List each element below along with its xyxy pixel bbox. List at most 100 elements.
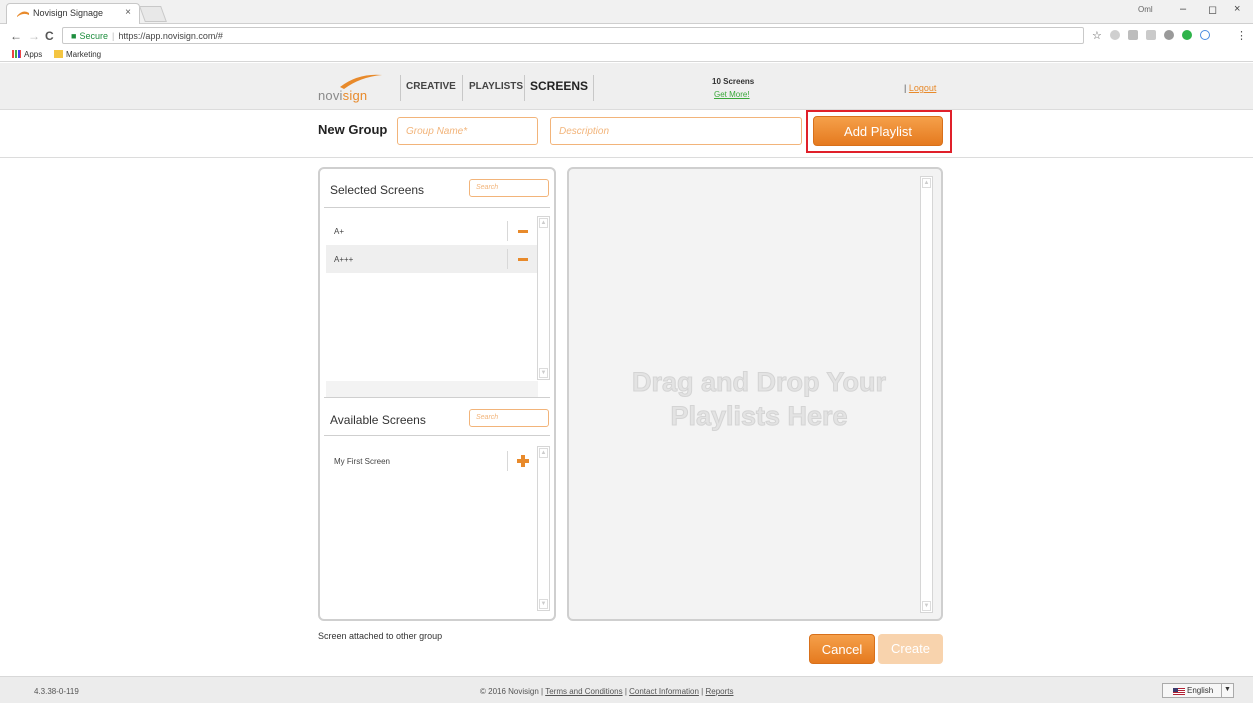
lock-icon: ■ <box>71 31 77 41</box>
window-close-icon[interactable]: × <box>1234 3 1240 15</box>
remove-icon[interactable] <box>518 230 528 233</box>
scroll-down-icon[interactable]: ▼ <box>922 601 931 611</box>
forward-icon[interactable]: → <box>28 29 40 43</box>
novisign-logo[interactable]: novisign <box>318 73 396 103</box>
dropzone-hint-line1: Drag and Drop Your <box>631 367 887 398</box>
url-field[interactable]: ■ Secure | https://app.novisign.com/# <box>62 27 1084 44</box>
chevron-down-icon[interactable]: ▼ <box>1221 683 1233 698</box>
browser-tab[interactable]: Novisign Signage × <box>6 3 140 24</box>
list-item[interactable]: My First Screen <box>326 447 538 475</box>
bookmark-apps[interactable]: Apps <box>12 50 42 59</box>
app-header: novisign CREATIVE PLAYLISTS SCREENS 10 S… <box>0 63 1253 110</box>
extension-icon[interactable] <box>1128 30 1138 40</box>
version-text: 4.3.38-0-119 <box>34 687 79 696</box>
row-divider <box>507 221 508 241</box>
cancel-button[interactable]: Cancel <box>809 634 875 664</box>
footer-separator: | <box>701 687 704 696</box>
restore-icon[interactable]: ◻ <box>1208 3 1217 16</box>
section-divider <box>324 397 550 398</box>
dropzone-hint-line2: Playlists Here <box>670 401 848 432</box>
terms-link[interactable]: Terms and Conditions <box>545 687 622 696</box>
scroll-down-icon[interactable]: ▼ <box>539 599 548 609</box>
get-more-link[interactable]: Get More! <box>714 90 750 99</box>
available-screens-list: My First Screen <box>326 445 538 611</box>
available-screens-title: Available Screens <box>330 413 426 427</box>
logo-text-a: novi <box>318 88 343 103</box>
logo-swoosh-icon <box>340 74 382 89</box>
language-select[interactable]: English ▼ <box>1162 683 1234 698</box>
available-screens-scrollbar[interactable]: ▲ ▼ <box>537 446 550 611</box>
app-footer: 4.3.38-0-119 © 2016 Novisign | Terms and… <box>0 676 1253 703</box>
new-tab-button[interactable] <box>139 6 167 22</box>
add-icon[interactable] <box>517 455 529 467</box>
apps-grid-icon <box>12 50 21 58</box>
scroll-down-icon[interactable]: ▼ <box>539 368 548 378</box>
list-item[interactable]: A+ <box>326 217 538 245</box>
nav-divider <box>524 75 525 101</box>
group-name-input[interactable] <box>397 117 538 145</box>
extension-icon[interactable] <box>1164 30 1174 40</box>
add-playlist-button[interactable]: Add Playlist <box>813 116 943 146</box>
row-divider <box>507 249 508 269</box>
reports-link[interactable]: Reports <box>705 687 733 696</box>
minimize-icon[interactable]: – <box>1180 3 1186 15</box>
back-icon[interactable]: ← <box>10 29 22 43</box>
list-item[interactable]: A+++ <box>326 245 538 273</box>
bookmark-marketing[interactable]: Marketing <box>54 50 101 59</box>
scroll-up-icon[interactable]: ▲ <box>539 218 548 228</box>
logo-text-b: sign <box>342 88 368 103</box>
cloud-icon[interactable] <box>1200 30 1210 40</box>
nav-playlists[interactable]: PLAYLISTS <box>469 81 523 92</box>
extension-icon[interactable] <box>1182 30 1192 40</box>
logout-separator: | <box>904 83 907 93</box>
new-group-title: New Group <box>318 122 388 137</box>
url-text: https://app.novisign.com/# <box>118 31 223 41</box>
available-screens-search[interactable]: Search <box>469 409 549 427</box>
new-group-bar: New Group Add Playlist <box>0 110 1253 158</box>
description-input[interactable] <box>550 117 802 145</box>
nav-creative[interactable]: CREATIVE <box>406 81 456 92</box>
folder-icon <box>54 50 63 58</box>
logout-link[interactable]: Logout <box>909 83 937 93</box>
create-button[interactable]: Create <box>878 634 943 664</box>
contact-link[interactable]: Contact Information <box>629 687 699 696</box>
list-item-label: A+ <box>334 227 345 236</box>
extension-icon[interactable] <box>1110 30 1120 40</box>
bookmarks-bar: Apps Marketing <box>0 48 1253 62</box>
footer-separator: | <box>624 687 627 696</box>
secure-label: Secure <box>79 31 108 41</box>
selected-screens-scrollbar[interactable]: ▲ ▼ <box>537 216 550 380</box>
remove-icon[interactable] <box>518 258 528 261</box>
selected-screens-search[interactable]: Search <box>469 179 549 197</box>
reload-icon[interactable]: C <box>45 29 54 43</box>
copyright-text: © 2016 Novisign | <box>480 687 544 696</box>
us-flag-icon <box>1173 688 1185 695</box>
browser-address-bar: ← → C ■ Secure | https://app.novisign.com/#… <box>0 24 1253 48</box>
attached-note: Screen attached to other group <box>318 631 443 641</box>
tab-close-icon[interactable]: × <box>125 7 131 18</box>
url-separator: | <box>111 31 115 41</box>
browser-tab-strip: Novisign Signage × Oml – ◻ × <box>0 0 1253 24</box>
bookmark-marketing-label: Marketing <box>66 50 102 59</box>
language-label: English <box>1187 686 1214 695</box>
extension-icon[interactable] <box>1146 30 1156 40</box>
logout-area: | Logout <box>904 83 936 93</box>
nav-divider <box>400 75 401 101</box>
dropzone-scrollbar[interactable]: ▲ ▼ <box>920 176 933 613</box>
selected-screens-list: A+ A+++ <box>326 215 538 381</box>
bookmark-star-icon[interactable]: ☆ <box>1092 29 1102 42</box>
novisign-favicon-icon <box>17 11 29 17</box>
scroll-up-icon[interactable]: ▲ <box>539 448 548 458</box>
row-divider <box>507 451 508 471</box>
selected-screens-title: Selected Screens <box>330 183 425 197</box>
scroll-up-icon[interactable]: ▲ <box>922 178 931 188</box>
bookmark-apps-label: Apps <box>24 50 43 59</box>
browser-user-badge[interactable]: Oml <box>1138 5 1153 14</box>
browser-tab-title: Novisign Signage <box>33 8 104 18</box>
browser-menu-icon[interactable]: ⋮ <box>1236 29 1247 42</box>
list-item-label: A+++ <box>334 255 354 264</box>
playlist-drop-panel: Drag and Drop Your Playlists Here ▲ ▼ <box>567 167 943 621</box>
list-item-label: My First Screen <box>334 457 391 466</box>
nav-screens[interactable]: SCREENS <box>530 79 588 93</box>
playlist-dropzone[interactable]: Drag and Drop Your Playlists Here <box>579 177 927 613</box>
